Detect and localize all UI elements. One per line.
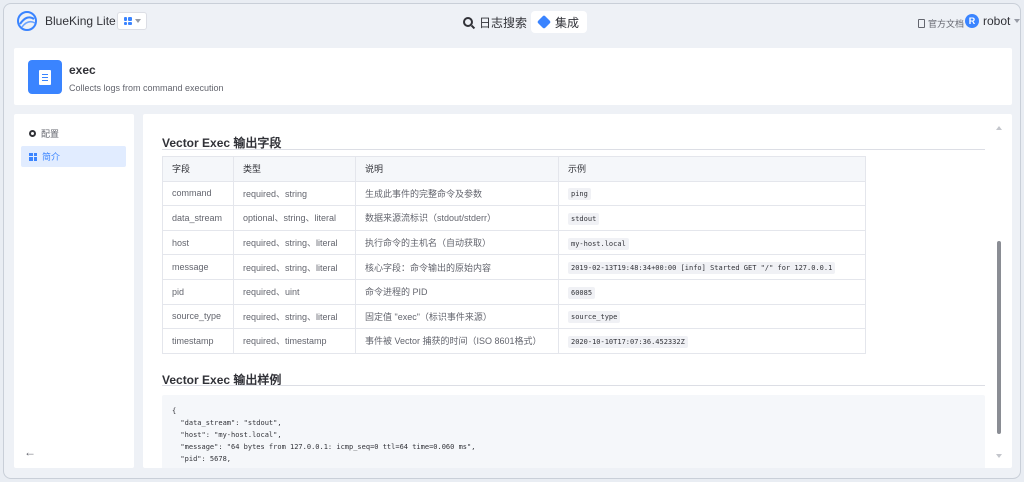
- field-example: 60085: [558, 278, 866, 305]
- app-window: BlueKing Lite 日志搜索 集成 官方文档 R robot exec …: [3, 3, 1021, 479]
- scrollbar-thumb[interactable]: [997, 241, 1001, 434]
- chevron-down-icon: [134, 19, 141, 23]
- app-grid-icon: [123, 17, 132, 25]
- field-name: timestamp: [162, 328, 234, 354]
- field-name: source_type: [162, 303, 234, 330]
- docs-link-label: 官方文档: [928, 19, 965, 29]
- user-name: robot: [983, 14, 1011, 28]
- document-icon: [918, 19, 925, 28]
- search-icon: [463, 17, 473, 27]
- field-type: required、string、literal: [233, 303, 356, 330]
- plugin-title: exec: [69, 63, 96, 77]
- cube-icon: [536, 14, 552, 30]
- sidebar-item-label: 配置: [41, 129, 60, 139]
- field-example: source_type: [558, 303, 866, 330]
- example-code: 2020-10-10T17:07:36.452332Z: [568, 335, 688, 348]
- example-code: ping: [568, 188, 591, 201]
- table-row: pid required、uint 命令进程的 PID 60085: [162, 278, 866, 305]
- field-description: 执行命令的主机名（自动获取）: [355, 229, 559, 256]
- field-type: optional、string、literal: [233, 205, 356, 231]
- tab-label: 集成: [555, 15, 580, 30]
- app-switcher-button[interactable]: [117, 12, 147, 30]
- example-code: my-host.local: [568, 237, 629, 250]
- blueking-logo-icon[interactable]: [16, 10, 38, 32]
- sidebar: 配置 简介 ←: [14, 114, 134, 468]
- field-name: data_stream: [162, 205, 234, 231]
- tab-label: 日志搜索: [479, 15, 528, 30]
- column-header: 说明: [355, 156, 559, 182]
- fields-table: 字段 类型 说明 示例 command required、string 生成此事…: [162, 156, 866, 354]
- table-row: host required、string、literal 执行命令的主机名（自动…: [162, 229, 866, 256]
- divider: [162, 385, 985, 386]
- field-example: my-host.local: [558, 229, 866, 256]
- docs-link[interactable]: 官方文档: [918, 17, 964, 30]
- plugin-header: exec Collects logs from command executio…: [14, 48, 1012, 105]
- table-row: command required、string 生成此事件的完整命令及参数 pi…: [162, 180, 866, 207]
- field-example: stdout: [558, 205, 866, 231]
- field-description: 数据来源流标识（stdout/stderr）: [355, 205, 559, 231]
- scroll-up-arrow-icon[interactable]: [996, 126, 1002, 130]
- field-description: 命令进程的 PID: [355, 278, 559, 305]
- field-name: message: [162, 254, 234, 280]
- field-description: 事件被 Vector 捕获的时间（ISO 8601格式）: [355, 328, 559, 354]
- field-description: 核心字段：命令输出的原始内容: [355, 254, 559, 280]
- example-code: source_type: [568, 311, 621, 324]
- field-example: ping: [558, 180, 866, 207]
- grid-icon: [29, 152, 37, 161]
- sidebar-item-label: 简介: [42, 152, 61, 162]
- tab-log-search[interactable]: 日志搜索: [455, 11, 535, 33]
- field-example: 2019-02-13T19:48:34+00:00 [info] Started…: [558, 254, 866, 280]
- field-type: required、string、literal: [233, 229, 356, 256]
- scroll-down-arrow-icon[interactable]: [996, 454, 1002, 458]
- top-bar: BlueKing Lite 日志搜索 集成 官方文档 R robot: [4, 4, 1020, 38]
- column-header: 类型: [233, 156, 356, 182]
- field-name: command: [162, 180, 234, 207]
- table-row: data_stream optional、string、literal 数据来源…: [162, 205, 866, 231]
- example-code: 60085: [568, 286, 596, 299]
- table-row: timestamp required、timestamp 事件被 Vector …: [162, 328, 866, 354]
- table-row: source_type required、string、literal 固定值 …: [162, 303, 866, 330]
- example-code: stdout: [568, 212, 600, 225]
- field-description: 固定值 "exec"（标识事件来源）: [355, 303, 559, 330]
- field-type: required、uint: [233, 278, 356, 305]
- sidebar-item-config[interactable]: 配置: [21, 123, 126, 144]
- table-header-row: 字段 类型 说明 示例: [162, 156, 866, 182]
- user-menu[interactable]: R robot: [965, 14, 1020, 28]
- field-name: pid: [162, 278, 234, 305]
- sample-code-block[interactable]: { "data_stream": "stdout", "host": "my-h…: [162, 395, 985, 468]
- back-arrow-icon[interactable]: ←: [24, 445, 36, 459]
- avatar: R: [965, 14, 979, 28]
- plugin-description: Collects logs from command execution: [69, 83, 224, 93]
- divider: [162, 149, 985, 150]
- field-type: required、string、literal: [233, 254, 356, 280]
- column-header: 示例: [558, 156, 866, 182]
- example-code: 2019-02-13T19:48:34+00:00 [info] Started…: [568, 262, 836, 275]
- field-name: host: [162, 229, 234, 256]
- field-type: required、string: [233, 180, 356, 207]
- column-header: 字段: [162, 156, 234, 182]
- main-content: Vector Exec 输出字段 字段 类型 说明 示例 command req…: [143, 114, 1012, 468]
- field-example: 2020-10-10T17:07:36.452332Z: [558, 328, 866, 354]
- field-description: 生成此事件的完整命令及参数: [355, 180, 559, 207]
- gear-icon: [29, 130, 36, 137]
- chevron-down-icon: [1014, 19, 1020, 23]
- table-row: message required、string、literal 核心字段：命令输…: [162, 254, 866, 280]
- app-name: BlueKing Lite: [45, 14, 116, 28]
- field-type: required、timestamp: [233, 328, 356, 354]
- document-icon: [28, 60, 62, 94]
- tab-integration[interactable]: 集成: [531, 11, 588, 33]
- sidebar-item-intro[interactable]: 简介: [21, 146, 126, 167]
